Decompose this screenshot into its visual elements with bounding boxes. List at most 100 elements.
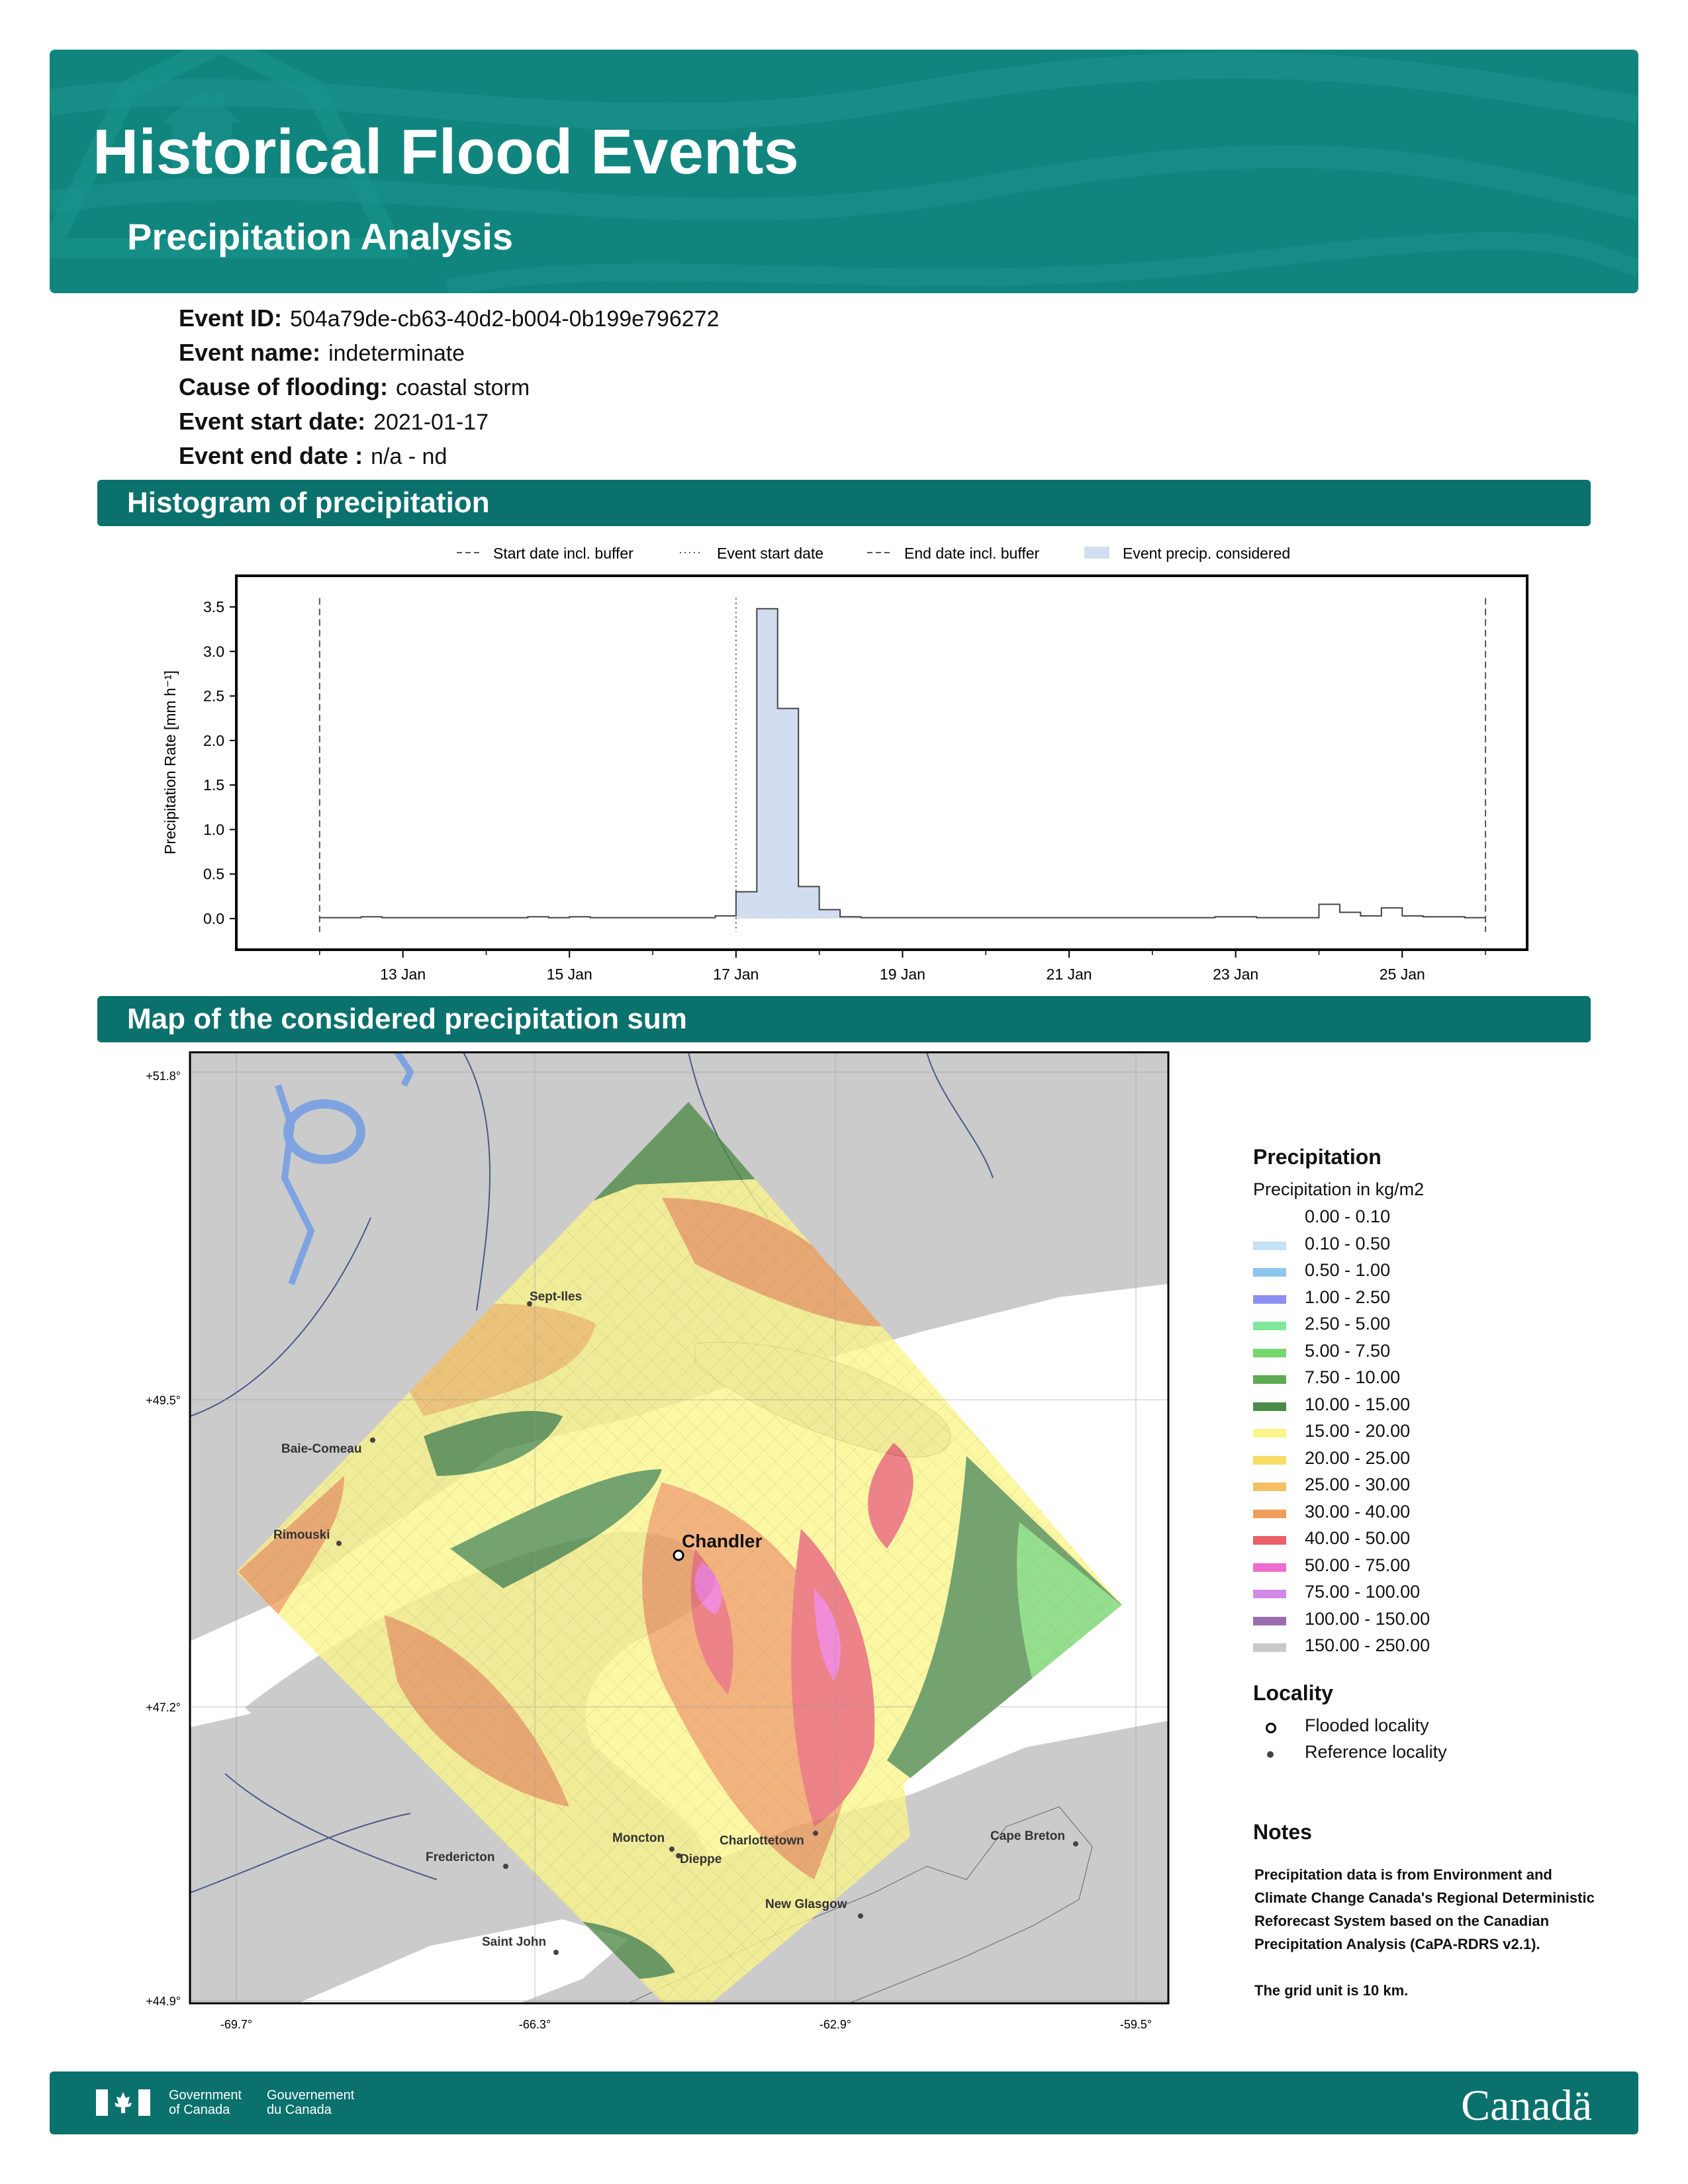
x-tick-label: 13 Jan	[380, 966, 426, 983]
histogram-bar	[757, 608, 778, 919]
legend-label: 75.00 - 100.00	[1305, 1582, 1421, 1602]
gov-en: Government of Canada	[169, 2088, 242, 2117]
lon-label-66-3: -66.3°	[519, 2018, 551, 2031]
canada-wordmark: Canadä	[1461, 2081, 1592, 2130]
legend-swatch	[1253, 1563, 1286, 1572]
legend-swatch	[1253, 1590, 1286, 1598]
cause-row: Cause of flooding: coastal storm	[179, 373, 530, 400]
legend-swatch	[1253, 1456, 1286, 1465]
legend-swatch	[1253, 1214, 1286, 1223]
legend-swatch	[1253, 1295, 1286, 1304]
legend-label: Flooded locality	[1305, 1715, 1429, 1735]
event-id-value: 504a79de-cb63-40d2-b004-0b199e796272	[290, 306, 720, 332]
locality-cape-breton: Cape Breton	[990, 1829, 1065, 1843]
legend-swatch	[1253, 1349, 1286, 1357]
notes-body: Precipitation data is from Environment a…	[1254, 1863, 1599, 2002]
x-tick-label: 15 Jan	[547, 966, 592, 983]
histogram-bar	[777, 708, 799, 919]
gov-fr: Gouvernement du Canada	[267, 2088, 355, 2117]
precipitation-map: +51.8° +49.5° +47.2° +44.9° -69.7° -66.3…	[146, 1051, 1170, 2031]
flooded-marker-icon	[1266, 1723, 1276, 1733]
legend-swatch	[1253, 1268, 1286, 1277]
legend-swatch	[1253, 1322, 1286, 1330]
end-date-value: n/a - nd	[371, 444, 447, 469]
locality-baie-comeau: Baie-Comeau	[281, 1442, 361, 1456]
legend-label: 40.00 - 50.00	[1305, 1528, 1411, 1548]
lon-label-69-7: -69.7°	[220, 2018, 252, 2031]
legend-label: 25.00 - 30.00	[1305, 1475, 1411, 1494]
legend-swatch	[1253, 1482, 1286, 1491]
y-tick-label: 2.5	[203, 688, 224, 705]
legend-label: 5.00 - 7.50	[1305, 1341, 1391, 1361]
legend-label: 50.00 - 75.00	[1305, 1555, 1411, 1575]
precipitation-legend-title: Precipitation	[1253, 1145, 1382, 1169]
legend-swatch	[1253, 1643, 1286, 1652]
start-date-row: Event start date: 2021-01-17	[179, 408, 489, 435]
legend-swatch	[1253, 1402, 1286, 1411]
lat-label-44-9: +44.9°	[146, 1995, 181, 2008]
header-banner: Historical Flood Events Precipitation An…	[50, 50, 1638, 293]
legend-label: 1.00 - 2.50	[1305, 1287, 1391, 1307]
y-tick-label: 0.0	[203, 910, 224, 927]
y-tick-label: 1.5	[203, 776, 224, 794]
page-title: Historical Flood Events	[93, 116, 799, 187]
legend-label: 0.50 - 1.00	[1305, 1260, 1391, 1280]
y-axis-label: Precipitation Rate [mm h⁻¹]	[162, 670, 179, 854]
canada-flag-icon	[96, 2089, 150, 2116]
legend-label: 10.00 - 15.00	[1305, 1394, 1411, 1414]
legend-swatch	[1253, 1510, 1286, 1518]
locality-dieppe: Dieppe	[680, 1852, 722, 1866]
legend-label: 100.00 - 150.00	[1305, 1609, 1430, 1629]
legend-label: 7.50 - 10.00	[1305, 1367, 1401, 1387]
event-metadata: Event ID: 504a79de-cb63-40d2-b004-0b199e7…	[179, 301, 720, 473]
legend-start-buffer: Start date incl. buffer	[493, 545, 633, 562]
lon-label-59-5: -59.5°	[1120, 2018, 1152, 2031]
legend-label: 30.00 - 40.00	[1305, 1502, 1411, 1522]
footer: Government of Canada Gouvernement du Canad…	[50, 2071, 1638, 2134]
histogram-bar	[735, 891, 757, 919]
legend-label: Reference locality	[1305, 1742, 1447, 1762]
end-date-row: Event end date : n/a - nd	[179, 442, 447, 469]
histogram-legend: Start date incl. buffer Event start date…	[457, 545, 1290, 562]
legend-end-buffer: End date incl. buffer	[904, 545, 1039, 562]
locality-legend-title: Locality	[1253, 1681, 1333, 1705]
y-tick-label: 3.5	[203, 598, 224, 615]
reference-marker-icon	[1267, 1751, 1274, 1758]
precipitation-legend-subtitle: Precipitation in kg/m2	[1253, 1179, 1425, 1199]
legend-label: 20.00 - 25.00	[1305, 1448, 1411, 1468]
legend-considered: Event precip. considered	[1123, 545, 1290, 562]
lat-label-47-2: +47.2°	[146, 1701, 181, 1714]
x-tick-label: 17 Jan	[713, 966, 759, 983]
lat-label-51-8: +51.8°	[146, 1069, 181, 1083]
locality-saint-john: Saint John	[482, 1935, 546, 1949]
flooded-locality-chandler: Chandler	[682, 1531, 762, 1551]
map-section-title: Map of the considered precipitation sum	[97, 996, 1591, 1042]
histogram-bar	[819, 909, 841, 919]
x-tick-label: 25 Jan	[1380, 966, 1425, 983]
legend-swatch	[1253, 1536, 1286, 1545]
y-tick-label: 2.0	[203, 732, 224, 749]
x-tick-label: 19 Jan	[880, 966, 925, 983]
y-tick-label: 3.0	[203, 643, 224, 660]
notes-text: Precipitation data is from Environment a…	[1254, 1866, 1595, 1952]
locality-charlottetown: Charlottetown	[720, 1834, 804, 1848]
notes-grid: The grid unit is 10 km.	[1254, 1982, 1409, 1999]
legend-swatch	[1253, 1429, 1286, 1437]
legend-event-start: Event start date	[717, 545, 823, 562]
locality-sept-iles: Sept-Iles	[530, 1290, 582, 1304]
event-id-row: Event ID: 504a79de-cb63-40d2-b004-0b199e7…	[179, 304, 720, 332]
x-tick-label: 23 Jan	[1213, 966, 1258, 983]
histogram-bar	[798, 886, 820, 919]
flooded-locality-marker	[673, 1549, 684, 1561]
lat-label-49-5: +49.5°	[146, 1394, 181, 1407]
legend-swatch	[1253, 1617, 1286, 1625]
legend-swatch	[1253, 1375, 1286, 1384]
start-date-value: 2021-01-17	[373, 410, 489, 435]
x-tick-label: 21 Jan	[1047, 966, 1092, 983]
legend-fill-swatch	[1084, 547, 1109, 559]
locality-new-glasgow: New Glasgow	[765, 1897, 847, 1911]
cause-value: coastal storm	[395, 375, 530, 400]
event-name-row: Event name: indeterminate	[179, 339, 465, 366]
legend-label: 150.00 - 250.00	[1305, 1635, 1430, 1655]
lon-label-62-9: -62.9°	[820, 2018, 851, 2031]
